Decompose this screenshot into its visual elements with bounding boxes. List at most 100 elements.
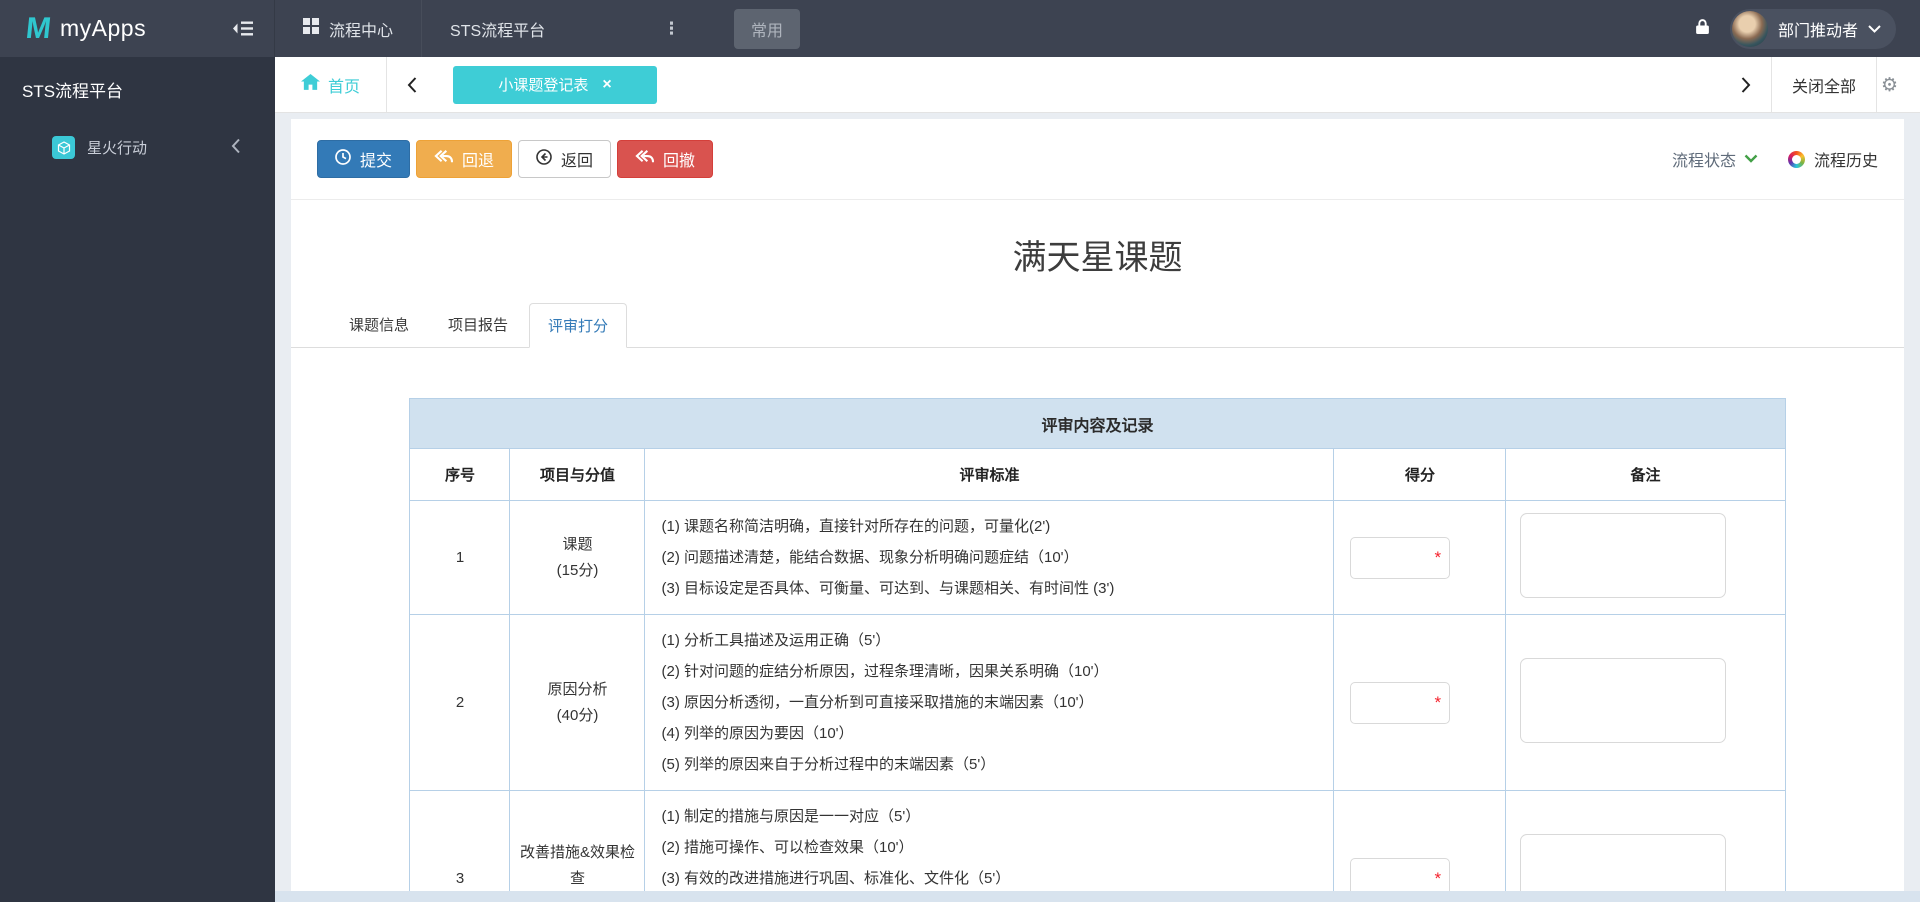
criterion-text: (3) 有效的改进措施进行巩固、标准化、文件化（5'） bbox=[661, 863, 1317, 894]
col-header-item: 项目与分值 bbox=[510, 449, 645, 501]
chevron-down-icon[interactable] bbox=[1744, 150, 1758, 168]
item-name: 改善措施&效果检查 bbox=[518, 840, 636, 892]
note-textarea[interactable] bbox=[1520, 513, 1726, 598]
sidebar: STS流程平台 星火行动 bbox=[0, 57, 275, 902]
criteria-cell: (1) 课题名称简洁明确，直接针对所存在的问题，可量化(2')(2) 问题描述清… bbox=[645, 501, 1334, 615]
cube-icon bbox=[52, 136, 75, 159]
table-header-row: 序号 项目与分值 评审标准 得分 备注 bbox=[410, 449, 1785, 501]
nav-platform-label: STS流程平台 bbox=[450, 17, 545, 41]
item-cell: 课题(15分) bbox=[510, 501, 645, 615]
nav-platform-tab[interactable]: STS流程平台 ⋮ bbox=[422, 0, 708, 57]
form-panel: 提交 回退 返回 回撤 bbox=[291, 119, 1904, 902]
sidebar-title: STS流程平台 bbox=[0, 57, 275, 126]
item-name: 原因分析 bbox=[518, 677, 636, 703]
criterion-text: (3) 原因分析透彻，一直分析到可直接采取措施的末端因素（10'） bbox=[661, 687, 1317, 718]
process-history-button[interactable]: 流程历史 bbox=[1788, 147, 1878, 171]
criteria-cell: (1) 分析工具描述及运用正确（5'）(2) 针对问题的症结分析原因，过程条理清… bbox=[645, 615, 1334, 791]
criterion-text: (2) 措施可操作、可以检查效果（10'） bbox=[661, 832, 1317, 863]
top-bar: M myApps 流程中心 STS流程平台 ⋮ 常用 部门推动者 bbox=[0, 0, 1920, 57]
sidebar-collapse-icon[interactable] bbox=[232, 20, 254, 37]
review-row: 2原因分析(40分)(1) 分析工具描述及运用正确（5'）(2) 针对问题的症结… bbox=[410, 615, 1785, 791]
myapps-logo-text: myApps bbox=[60, 15, 146, 42]
criterion-text: (5) 列举的原因来自于分析过程中的末端因素（5'） bbox=[661, 749, 1317, 780]
withdraw-button[interactable]: 回撤 bbox=[617, 140, 713, 178]
row-index-cell: 2 bbox=[410, 615, 510, 791]
home-tab[interactable]: 首页 bbox=[301, 73, 386, 97]
history-ring-icon bbox=[1788, 151, 1805, 168]
arrow-circle-left-icon bbox=[536, 149, 552, 170]
home-icon bbox=[301, 74, 320, 96]
home-label: 首页 bbox=[328, 73, 360, 97]
close-tab-icon[interactable]: × bbox=[602, 77, 611, 93]
open-tab-xiaoketi[interactable]: 小课题登记表 × bbox=[453, 66, 657, 104]
reply-all-icon bbox=[635, 149, 654, 169]
form-title: 满天星课题 bbox=[291, 230, 1904, 279]
chevron-left-icon bbox=[231, 138, 241, 158]
criterion-text: (2) 问题描述清楚，能结合数据、现象分析明确问题症结（10'） bbox=[661, 542, 1317, 573]
score-cell: * bbox=[1334, 501, 1506, 615]
review-row: 1课题(15分)(1) 课题名称简洁明确，直接针对所存在的问题，可量化(2')(… bbox=[410, 501, 1785, 615]
submit-label: 提交 bbox=[360, 147, 392, 171]
topbar-right: 部门推动者 bbox=[1695, 9, 1920, 49]
score-cell: * bbox=[1334, 615, 1506, 791]
horizontal-scrollbar[interactable] bbox=[275, 891, 1920, 902]
return-label: 返回 bbox=[561, 147, 593, 171]
criterion-text: (1) 制定的措施与原因是一一对应（5'） bbox=[661, 801, 1317, 832]
table-caption-row: 评审内容及记录 bbox=[410, 399, 1785, 449]
criterion-text: (4) 列举的原因为要因（10'） bbox=[661, 718, 1317, 749]
main-area: 首页 小课题登记表 × 关闭全部 ⚙ bbox=[275, 57, 1920, 902]
score-field: * bbox=[1342, 682, 1497, 724]
review-row: 3改善措施&效果检查(40分)(1) 制定的措施与原因是一一对应（5'）(2) … bbox=[410, 791, 1785, 902]
score-field: * bbox=[1342, 537, 1497, 579]
common-button[interactable]: 常用 bbox=[734, 9, 800, 49]
criterion-text: (3) 目标设定是否具体、可衡量、可达到、与课题相关、有时间性 (3') bbox=[661, 573, 1317, 604]
item-name: 课题 bbox=[518, 532, 636, 558]
row-index-cell: 3 bbox=[410, 791, 510, 902]
close-all-button[interactable]: 关闭全部 bbox=[1772, 73, 1876, 97]
return-button[interactable]: 返回 bbox=[518, 140, 611, 178]
col-header-criteria: 评审标准 bbox=[645, 449, 1334, 501]
score-cell: * bbox=[1334, 791, 1506, 902]
required-asterisk: * bbox=[1434, 693, 1441, 713]
nav-process-center[interactable]: 流程中心 bbox=[275, 0, 422, 57]
table-caption: 评审内容及记录 bbox=[410, 399, 1785, 449]
tab-project-report[interactable]: 项目报告 bbox=[430, 303, 526, 348]
form-body: 满天星课题 课题信息 项目报告 评审打分 评审内容及记录 bbox=[291, 200, 1904, 902]
criteria-cell: (1) 制定的措施与原因是一一对应（5'）(2) 措施可操作、可以检查效果（10… bbox=[645, 791, 1334, 902]
required-asterisk: * bbox=[1434, 869, 1441, 889]
criterion-text: (2) 针对问题的症结分析原因，过程条理清晰，因果关系明确（10'） bbox=[661, 656, 1317, 687]
logo-zone: M myApps bbox=[0, 0, 275, 57]
withdraw-label: 回撤 bbox=[663, 147, 695, 171]
col-header-score: 得分 bbox=[1334, 449, 1506, 501]
submit-button[interactable]: 提交 bbox=[317, 140, 410, 178]
toolbar-right: 流程状态 流程历史 bbox=[1672, 147, 1878, 171]
note-textarea[interactable] bbox=[1520, 658, 1726, 743]
note-cell bbox=[1506, 615, 1785, 791]
lock-icon[interactable] bbox=[1695, 18, 1710, 40]
process-status-dropdown[interactable]: 流程状态 bbox=[1672, 147, 1736, 171]
item-points: (15分) bbox=[518, 558, 636, 584]
review-table: 评审内容及记录 序号 项目与分值 评审标准 得分 备注 1课题(15分)(1) … bbox=[409, 398, 1785, 902]
grid-icon bbox=[303, 18, 319, 39]
sidebar-item-xinghuo[interactable]: 星火行动 bbox=[0, 126, 275, 169]
row-index-cell: 1 bbox=[410, 501, 510, 615]
user-menu[interactable]: 部门推动者 bbox=[1730, 9, 1896, 49]
tab-review-score[interactable]: 评审打分 bbox=[529, 303, 627, 348]
clock-icon bbox=[335, 149, 351, 170]
tab-topic-info[interactable]: 课题信息 bbox=[331, 303, 427, 348]
criterion-text: (1) 分析工具描述及运用正确（5'） bbox=[661, 625, 1317, 656]
item-cell: 改善措施&效果检查(40分) bbox=[510, 791, 645, 902]
required-asterisk: * bbox=[1434, 548, 1441, 568]
col-header-index: 序号 bbox=[410, 449, 510, 501]
note-cell bbox=[1506, 501, 1785, 615]
rollback-label: 回退 bbox=[462, 147, 494, 171]
rollback-button[interactable]: 回退 bbox=[416, 140, 512, 178]
myapps-logo-icon: M bbox=[24, 12, 53, 46]
form-tabs: 课题信息 项目报告 评审打分 bbox=[291, 303, 1904, 348]
tab-strip-right: 关闭全部 ⚙ bbox=[1721, 57, 1902, 112]
history-label: 流程历史 bbox=[1814, 147, 1878, 171]
scroll-tabs-left-button[interactable] bbox=[387, 77, 437, 93]
gear-icon[interactable]: ⚙ bbox=[1877, 74, 1902, 96]
more-dots-icon[interactable]: ⋮ bbox=[663, 19, 680, 39]
scroll-tabs-right-button[interactable] bbox=[1721, 77, 1771, 93]
